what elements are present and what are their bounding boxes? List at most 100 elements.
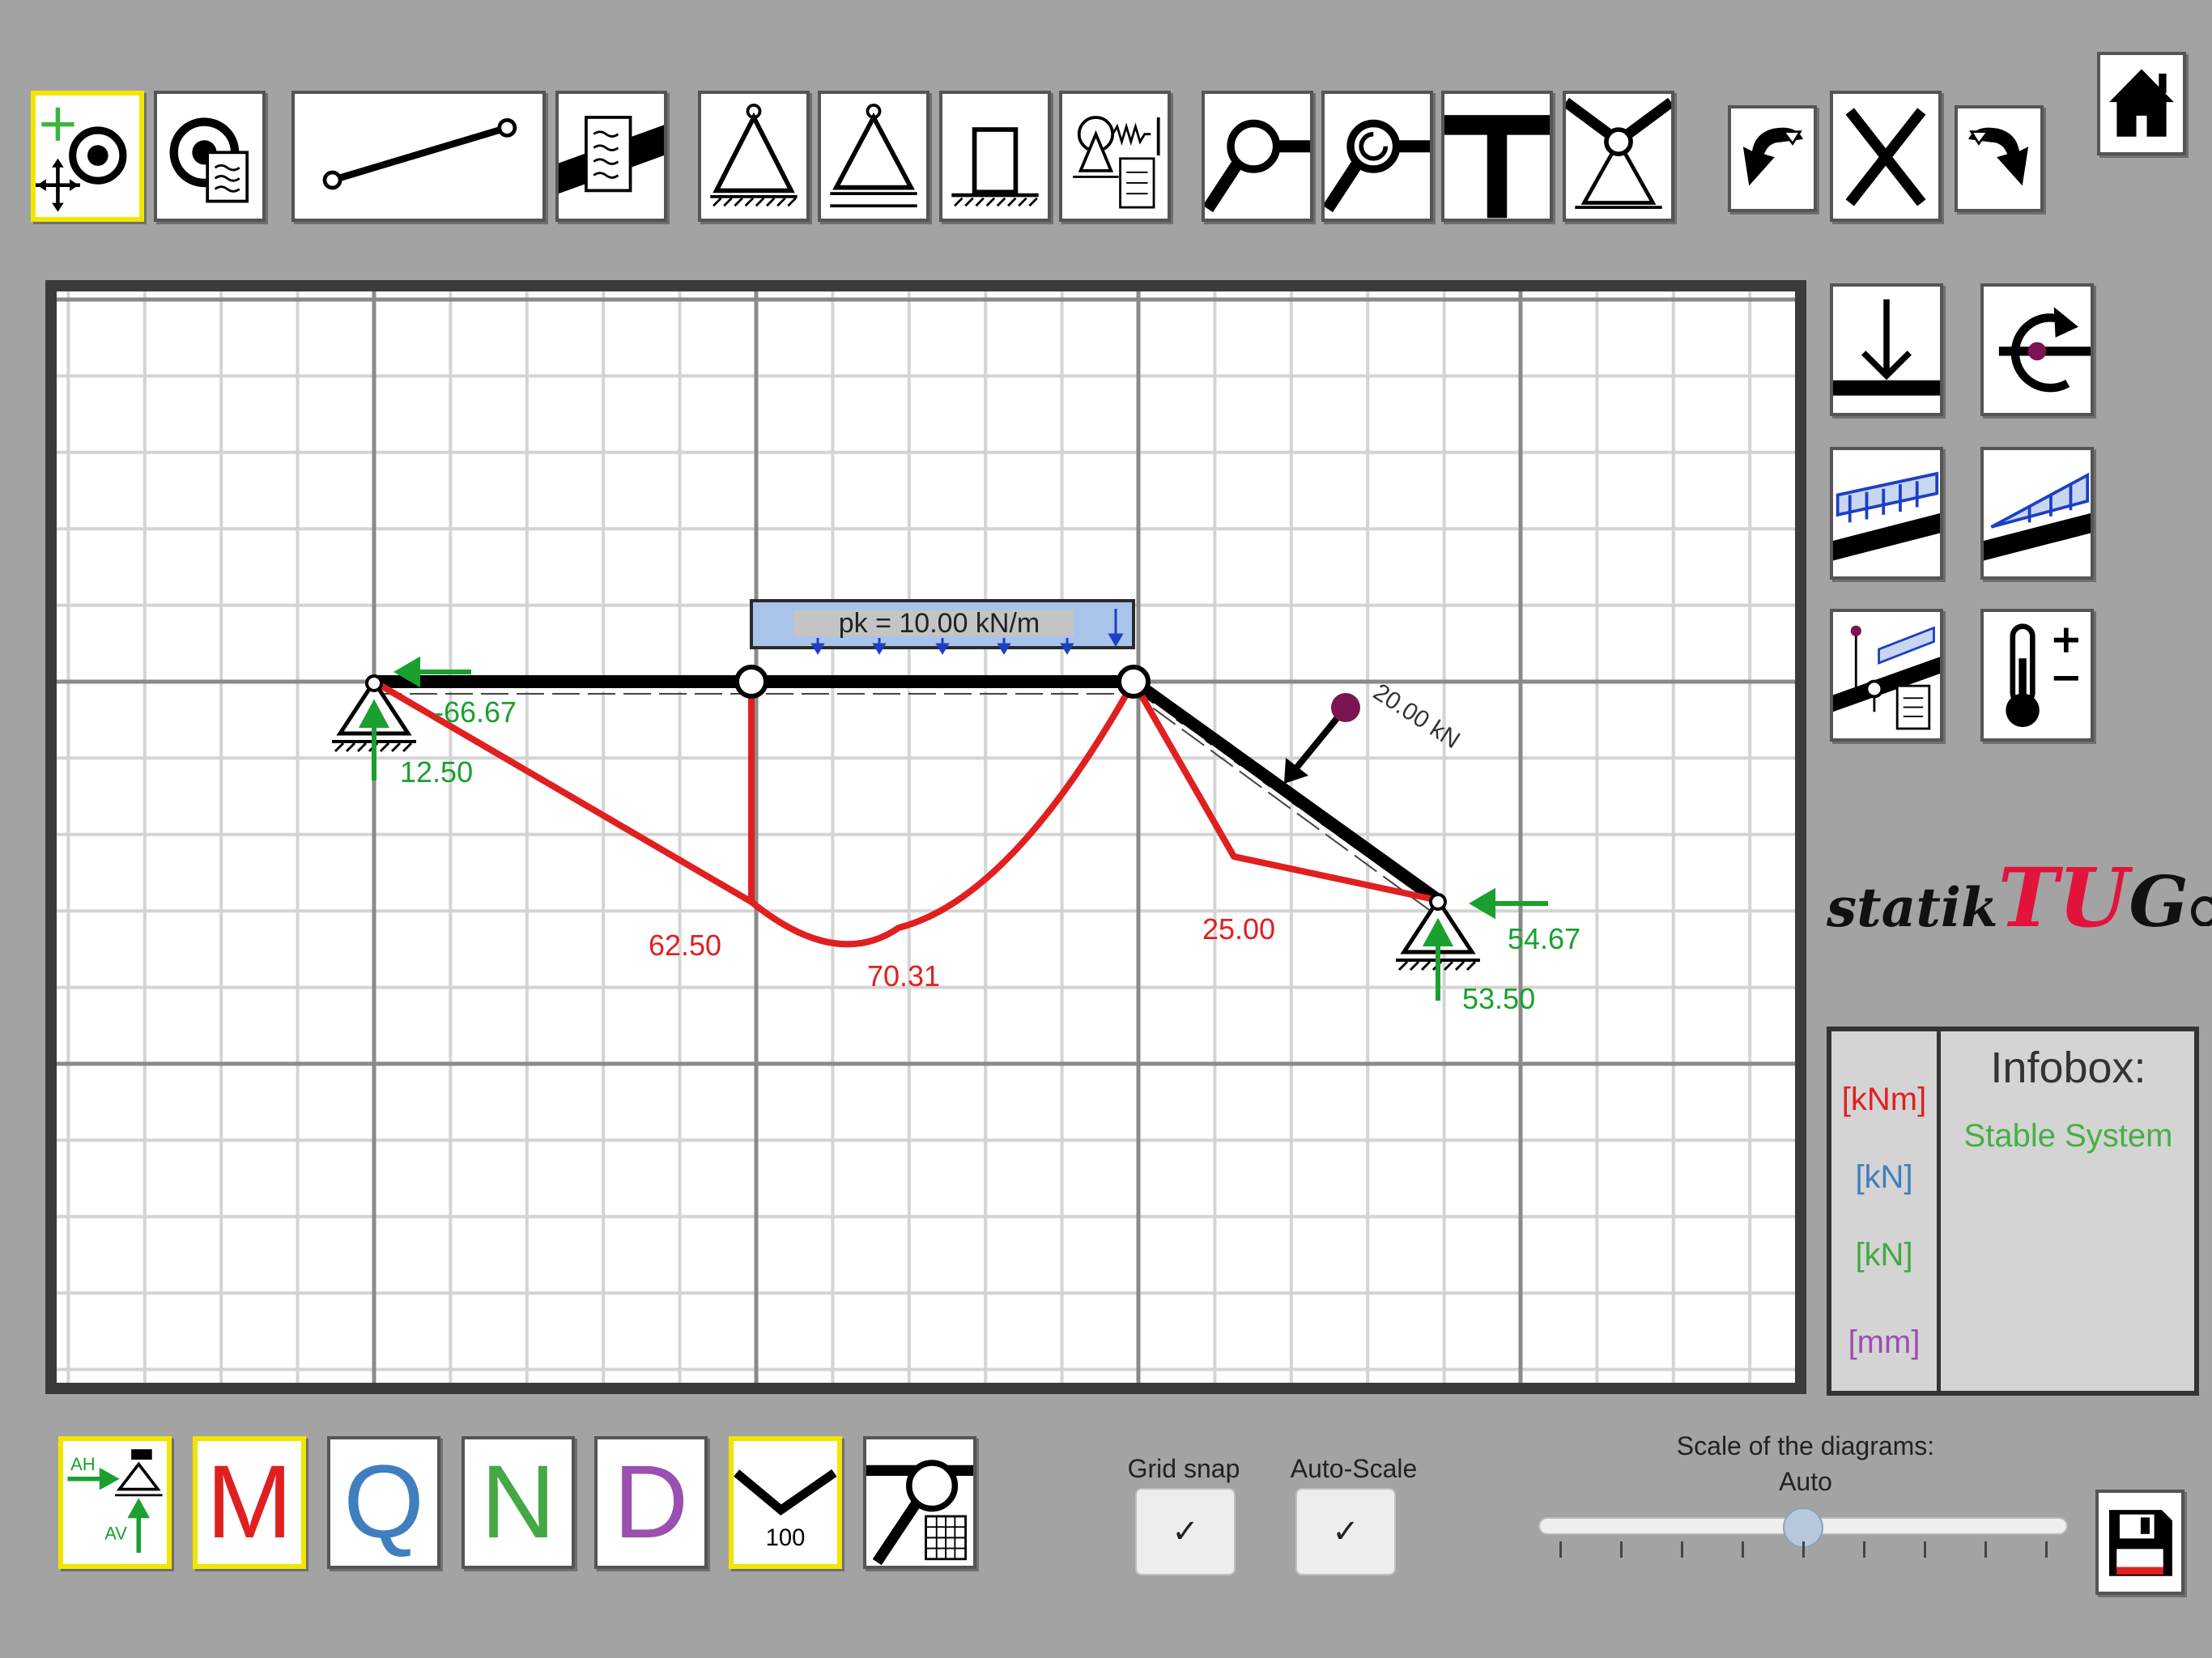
deformation-diagram-button[interactable]: D	[594, 1436, 708, 1569]
home-icon	[2109, 69, 2174, 137]
moment-value-3: 25.00	[1202, 912, 1275, 946]
rigid-joint-button[interactable]	[1441, 91, 1553, 222]
undo-icon	[1742, 127, 1804, 186]
hinge-grid-button[interactable]	[863, 1436, 976, 1569]
hinge-properties-icon	[1325, 119, 1430, 213]
logo-text-statik: statik	[1827, 876, 1998, 939]
shear-diagram-button[interactable]: Q	[327, 1436, 440, 1569]
spring-support-button[interactable]	[1059, 91, 1171, 222]
moment-load-button[interactable]	[1980, 283, 2094, 416]
unit-moment: [kNm]	[1841, 1082, 1927, 1117]
unit-normal: [kN]	[1855, 1237, 1913, 1273]
slider-tick	[1802, 1541, 1805, 1558]
uniform-load-icon	[1833, 471, 1940, 561]
undo-button[interactable]	[1728, 105, 1817, 212]
redo-button[interactable]	[1955, 105, 2044, 212]
hinge-grid-icon	[866, 1460, 973, 1566]
hinge-icon	[1205, 119, 1310, 213]
slider-tick	[1742, 1541, 1744, 1558]
deformation-scale-value: 100	[766, 1525, 806, 1551]
scale-label: Scale of the diagrams:	[1676, 1431, 1935, 1460]
roller-support-icon	[830, 104, 917, 208]
structure-drawing[interactable]: pk = 10.00 kN/m 20.00 kN -66.67 12.50 54…	[57, 291, 1795, 1383]
normal-diagram-button[interactable]: N	[462, 1436, 575, 1569]
support-hinge-button[interactable]	[1563, 91, 1674, 222]
app-logo: statikTUG	[1827, 850, 2212, 946]
save-button[interactable]	[2095, 1490, 2184, 1595]
grid-snap-label: Grid snap	[1127, 1454, 1240, 1483]
hinge-properties-button[interactable]	[1321, 91, 1433, 222]
node-properties-icon	[169, 117, 249, 203]
grid-snap-check-mark: ✓	[1172, 1514, 1199, 1550]
logo-text-g: G	[2129, 861, 2189, 943]
reactions-v-label: AV	[104, 1524, 127, 1544]
normal-diagram-label: N	[480, 1444, 556, 1560]
beam-properties-icon	[559, 116, 664, 194]
beam-icon	[322, 117, 517, 190]
auto-scale-label: Auto-Scale	[1290, 1454, 1418, 1483]
reaction-right-horizontal: 54.67	[1508, 922, 1580, 955]
infobox-title: Infobox:	[1990, 1044, 2146, 1092]
reaction-left-horizontal: -66.67	[434, 695, 517, 729]
scale-value: Auto	[1779, 1467, 1832, 1496]
point-load-button[interactable]	[1830, 283, 1943, 416]
structure-canvas[interactable]: pk = 10.00 kN/m 20.00 kN -66.67 12.50 54…	[45, 280, 1806, 1394]
grid-snap-checkbox[interactable]: ✓	[1135, 1488, 1236, 1575]
pinned-support-icon	[710, 104, 798, 207]
moment-value-1: 62.50	[649, 929, 721, 962]
delete-button[interactable]	[1830, 91, 1942, 222]
fixed-support-icon	[951, 127, 1039, 207]
redo-icon	[1967, 127, 2029, 186]
rigid-joint-icon	[1444, 115, 1550, 219]
hinge-node-1[interactable]	[734, 665, 768, 699]
slider-tick	[1924, 1541, 1926, 1558]
moment-diagram-button[interactable]: M	[193, 1436, 306, 1569]
hinge-node-2[interactable]	[1117, 665, 1151, 699]
logo-o-icon	[2190, 895, 2212, 927]
moment-diagram-label: M	[206, 1444, 293, 1560]
shear-diagram-label: Q	[343, 1444, 424, 1560]
spring-support-icon	[1073, 116, 1160, 209]
distributed-load-label: pk = 10.00 kN/m	[839, 608, 1040, 639]
select-move-button[interactable]	[31, 91, 144, 222]
deformation-scale-button[interactable]: 100	[729, 1436, 842, 1569]
roller-support-button[interactable]	[818, 91, 929, 222]
auto-scale-checkbox[interactable]: ✓	[1295, 1488, 1396, 1575]
reaction-left-vertical: 12.50	[400, 755, 473, 789]
node-properties-button[interactable]	[154, 91, 266, 222]
reactions-h-label: AH	[70, 1454, 95, 1474]
reactions-button[interactable]: AH AV	[58, 1436, 172, 1569]
auto-scale-check-mark: ✓	[1332, 1514, 1359, 1550]
deformation-diagram-label: D	[613, 1444, 689, 1560]
slider-tick	[2045, 1541, 2048, 1558]
logo-text-tu: TU	[1997, 850, 2129, 946]
pinned-support-button[interactable]	[698, 91, 810, 222]
select-move-icon	[36, 107, 127, 212]
moment-value-2: 70.31	[867, 959, 940, 993]
trapezoid-load-button[interactable]	[1980, 447, 2094, 580]
fixed-support-button[interactable]	[939, 91, 1051, 222]
slider-tick	[1681, 1541, 1683, 1558]
trapezoid-load-icon	[1984, 472, 2091, 561]
hinge-button[interactable]	[1202, 91, 1313, 222]
slider-tick	[1984, 1541, 1987, 1558]
point-load-icon	[1833, 299, 1940, 396]
slider-tick	[1863, 1541, 1865, 1558]
inclined-load-button[interactable]	[1830, 609, 1943, 742]
unit-deformation: [mm]	[1848, 1324, 1921, 1360]
deformation-icon: 100	[734, 1469, 837, 1551]
beam-properties-button[interactable]	[555, 91, 667, 222]
support-hinge-icon	[1566, 97, 1671, 209]
infobox: [kNm] [kN] [kN] [mm] Infobox: Stable Sys…	[1827, 1027, 2199, 1396]
home-button[interactable]	[2097, 52, 2186, 155]
temperature-button[interactable]	[1980, 609, 2094, 742]
slider-tick	[1559, 1541, 1562, 1558]
save-icon	[2108, 1510, 2172, 1576]
delete-icon	[1845, 108, 1926, 206]
temperature-icon	[2006, 623, 2078, 728]
uniform-load-button[interactable]	[1830, 447, 1943, 580]
moment-load-icon	[1998, 307, 2091, 393]
unit-shear: [kN]	[1855, 1159, 1913, 1195]
slider-tick	[1620, 1541, 1623, 1558]
beam-button[interactable]	[291, 91, 546, 222]
